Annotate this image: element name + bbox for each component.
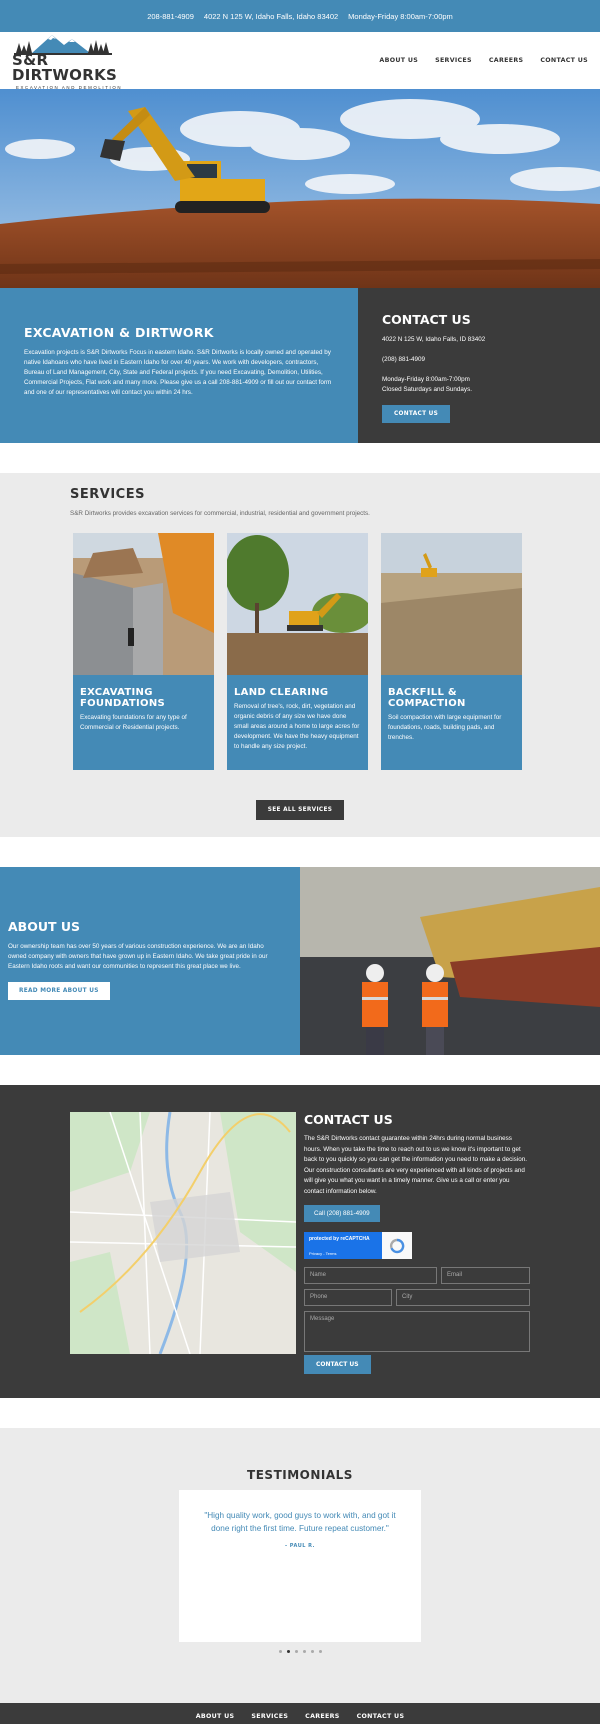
service-card-land-clearing[interactable]: LAND CLEARING Removal of tree's, rock, d… bbox=[227, 533, 368, 770]
service-card-excavating[interactable]: EXCAVATING FOUNDATIONS Excavating founda… bbox=[73, 533, 214, 770]
services-subtitle: S&R Dirtworks provides excavation servic… bbox=[70, 510, 370, 517]
topbar-phone[interactable]: 208-881-4909 bbox=[147, 12, 194, 21]
testimonial-card: "High quality work, good guys to work wi… bbox=[179, 1490, 421, 1642]
site-footer: ABOUT US SERVICES CAREERS CONTACT US bbox=[0, 1703, 600, 1724]
service-title-land-clearing: LAND CLEARING bbox=[234, 687, 329, 698]
footer-nav-services[interactable]: SERVICES bbox=[251, 1713, 288, 1720]
hero-image bbox=[0, 89, 600, 288]
intro-contact-phone[interactable]: (208) 881-4909 bbox=[382, 355, 576, 365]
service-body-backfill: Soil compaction with large equipment for… bbox=[388, 714, 502, 741]
main-nav: ABOUT US SERVICES CAREERS CONTACT US bbox=[379, 57, 588, 64]
about-panel: ABOUT US Our ownership team has over 50 … bbox=[0, 867, 300, 1055]
carousel-dot[interactable] bbox=[302, 1650, 306, 1653]
service-photo-backfill bbox=[381, 533, 522, 675]
service-title-backfill: BACKFILL & COMPACTION bbox=[388, 687, 466, 709]
logo-name: S&R DIRTWORKS bbox=[12, 51, 118, 84]
nav-services[interactable]: SERVICES bbox=[435, 57, 472, 64]
recaptcha-links[interactable]: Privacy - Terms bbox=[309, 1251, 336, 1256]
intro-title: EXCAVATION & DIRTWORK bbox=[24, 325, 214, 340]
see-all-services-button[interactable]: SEE ALL SERVICES bbox=[255, 800, 345, 820]
intro-contact-panel: CONTACT US 4022 N 125 W, Idaho Falls, ID… bbox=[358, 288, 600, 443]
service-title-excavating: EXCAVATING FOUNDATIONS bbox=[80, 687, 165, 709]
carousel-dots bbox=[0, 1650, 600, 1653]
recaptcha-title: protected by reCAPTCHA bbox=[309, 1236, 370, 1242]
footer-nav-contact-us[interactable]: CONTACT US bbox=[357, 1713, 405, 1720]
recaptcha-badge[interactable]: protected by reCAPTCHA Privacy - Terms bbox=[304, 1232, 412, 1259]
service-card-backfill[interactable]: BACKFILL & COMPACTION Soil compaction wi… bbox=[381, 533, 522, 770]
about-title: ABOUT US bbox=[8, 919, 81, 934]
services-title: SERVICES bbox=[70, 487, 145, 502]
city-field[interactable]: City bbox=[396, 1289, 530, 1306]
map-embed[interactable] bbox=[70, 1112, 296, 1354]
top-info-bar: 208-881-4909 4022 N 125 W, Idaho Falls, … bbox=[0, 0, 600, 32]
topbar-hours: Monday-Friday 8:00am-7:00pm bbox=[348, 11, 453, 21]
footer-nav-about-us[interactable]: ABOUT US bbox=[196, 1713, 235, 1720]
intro-section: EXCAVATION & DIRTWORK Excavation project… bbox=[0, 288, 600, 443]
nav-contact-us[interactable]: CONTACT US bbox=[540, 57, 588, 64]
about-section: ABOUT US Our ownership team has over 50 … bbox=[0, 867, 600, 1055]
intro-contact-hours: Monday-Friday 8:00am-7:00pm bbox=[382, 376, 470, 383]
topbar-address: 4022 N 125 W, Idaho Falls, Idaho 83402 bbox=[203, 11, 339, 21]
contact-body: The S&R Dirtworks contact guarantee with… bbox=[304, 1135, 527, 1195]
carousel-dot[interactable] bbox=[286, 1650, 290, 1653]
nav-careers[interactable]: CAREERS bbox=[489, 57, 523, 64]
testimonials-title: TESTIMONIALS bbox=[247, 1468, 353, 1482]
section-spacer bbox=[0, 443, 600, 473]
intro-panel: EXCAVATION & DIRTWORK Excavation project… bbox=[0, 288, 358, 443]
email-field[interactable]: Email bbox=[441, 1267, 530, 1284]
service-body-excavating: Excavating foundations for any type of C… bbox=[80, 714, 187, 731]
read-more-about-button[interactable]: READ MORE ABOUT US bbox=[8, 982, 110, 1000]
intro-contact-closed: Closed Saturdays and Sundays. bbox=[382, 386, 472, 393]
about-body: Our ownership team has over 50 years of … bbox=[8, 943, 268, 970]
carousel-dot[interactable] bbox=[278, 1650, 282, 1653]
intro-contact-title: CONTACT US bbox=[382, 312, 471, 327]
section-spacer bbox=[0, 1055, 600, 1085]
footer-nav-careers[interactable]: CAREERS bbox=[305, 1713, 339, 1720]
phone-field[interactable]: Phone bbox=[304, 1289, 392, 1306]
name-field[interactable]: Name bbox=[304, 1267, 437, 1284]
contact-title: CONTACT US bbox=[304, 1112, 393, 1127]
site-logo[interactable]: S&R DIRTWORKS EXCAVATION AND DEMOLITION bbox=[12, 31, 130, 90]
section-spacer bbox=[0, 1398, 600, 1428]
recaptcha-icon bbox=[389, 1238, 405, 1253]
carousel-dot[interactable] bbox=[294, 1650, 298, 1653]
excavator-photo bbox=[0, 89, 600, 288]
contact-form: Name Email Phone City Message CONTACT US bbox=[304, 1267, 530, 1374]
call-button[interactable]: Call (208) 881-4909 bbox=[304, 1205, 380, 1222]
testimonials-section: TESTIMONIALS "High quality work, good gu… bbox=[0, 1428, 600, 1703]
contact-form-panel: CONTACT US The S&R Dirtworks contact gua… bbox=[304, 1112, 530, 1398]
carousel-dot[interactable] bbox=[310, 1650, 314, 1653]
intro-body: Excavation projects is S&R Dirtworks Foc… bbox=[24, 349, 332, 396]
carousel-dot[interactable] bbox=[318, 1650, 322, 1653]
service-photo-excavating bbox=[73, 533, 214, 675]
testimonial-author: - PAUL R. bbox=[284, 1543, 316, 1549]
intro-contact-address: 4022 N 125 W, Idaho Falls, ID 83402 bbox=[382, 336, 486, 343]
intro-contact-button[interactable]: CONTACT US bbox=[382, 405, 451, 423]
service-photo-land-clearing bbox=[227, 533, 368, 675]
services-section: SERVICES S&R Dirtworks provides excavati… bbox=[0, 473, 600, 837]
about-photo bbox=[300, 867, 600, 1055]
site-header: S&R DIRTWORKS EXCAVATION AND DEMOLITION … bbox=[0, 31, 600, 90]
section-spacer bbox=[0, 837, 600, 867]
contact-section: CONTACT US The S&R Dirtworks contact gua… bbox=[0, 1085, 600, 1398]
services-cards: EXCAVATING FOUNDATIONS Excavating founda… bbox=[70, 533, 530, 770]
nav-about-us[interactable]: ABOUT US bbox=[379, 57, 418, 64]
message-field[interactable]: Message bbox=[304, 1311, 530, 1352]
testimonial-quote: "High quality work, good guys to work wi… bbox=[204, 1511, 396, 1533]
submit-contact-button[interactable]: CONTACT US bbox=[304, 1355, 371, 1374]
service-body-land-clearing: Removal of tree's, rock, dirt, vegetatio… bbox=[234, 703, 360, 750]
